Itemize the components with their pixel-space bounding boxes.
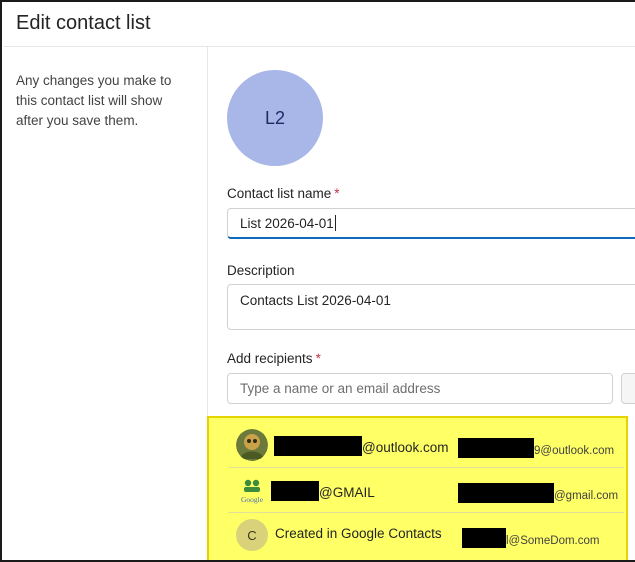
contact-list-name-label: Contact list name * [227,186,340,201]
redaction [271,481,319,501]
photo-avatar [236,429,268,461]
recipient-name: Created in Google Contacts [275,526,442,541]
recipient-name: @outlook.com [274,436,449,456]
redaction [274,436,362,456]
required-marker: * [315,351,321,366]
add-recipient-button[interactable] [621,373,635,404]
help-text: Any changes you make to this contact lis… [16,73,172,128]
text-caret [334,215,336,231]
recipient-name-text: @outlook.com [362,440,449,455]
recipient-email-text: @gmail.com [554,490,619,502]
svg-text:Google: Google [241,495,264,504]
redaction [458,438,534,458]
avatar-initial: C [247,527,257,543]
recipient-name: @GMAIL [271,481,375,501]
recipient-email: @gmail.com [458,483,618,503]
contact-list-name-input[interactable]: List 2026-04-01 [227,208,635,239]
add-recipients-label-text: Add recipients [227,351,313,366]
recipient-suggestion[interactable]: @outlook.com 9@outlook.com [228,423,628,467]
list-avatar[interactable]: L2 [227,70,323,166]
description-label: Description [227,263,295,278]
page-title: Edit contact list [16,12,151,34]
recipient-email: l@SomeDom.com [462,528,599,548]
description-value: Contacts List 2026-04-01 [240,293,391,308]
redaction [462,528,506,548]
contact-list-name-label-text: Contact list name [227,186,332,201]
recipient-suggestion[interactable]: C Created in Google Contacts l@SomeDom.c… [228,513,628,557]
title-divider [4,46,635,47]
list-avatar-initials: L2 [264,107,286,128]
contact-list-name-value: List 2026-04-01 [240,216,334,231]
recipient-suggestion[interactable]: Google @GMAIL @gmail.com [228,468,628,512]
redaction [458,483,554,503]
recipient-name-text: @GMAIL [319,485,375,500]
google-logo-icon: Google [236,474,268,506]
recipient-email: 9@outlook.com [458,438,614,458]
required-marker: * [334,186,340,201]
initials-avatar: C [236,519,268,551]
description-input[interactable]: Contacts List 2026-04-01 [227,284,635,330]
recipient-email-text: l@SomeDom.com [506,535,600,547]
edit-contact-list-panel: Edit contact list Any changes you make t… [0,0,635,562]
recipient-search-input[interactable]: Type a name or an email address [227,373,613,404]
add-recipients-label: Add recipients * [227,351,321,366]
recipient-email-text: 9@outlook.com [534,445,615,457]
